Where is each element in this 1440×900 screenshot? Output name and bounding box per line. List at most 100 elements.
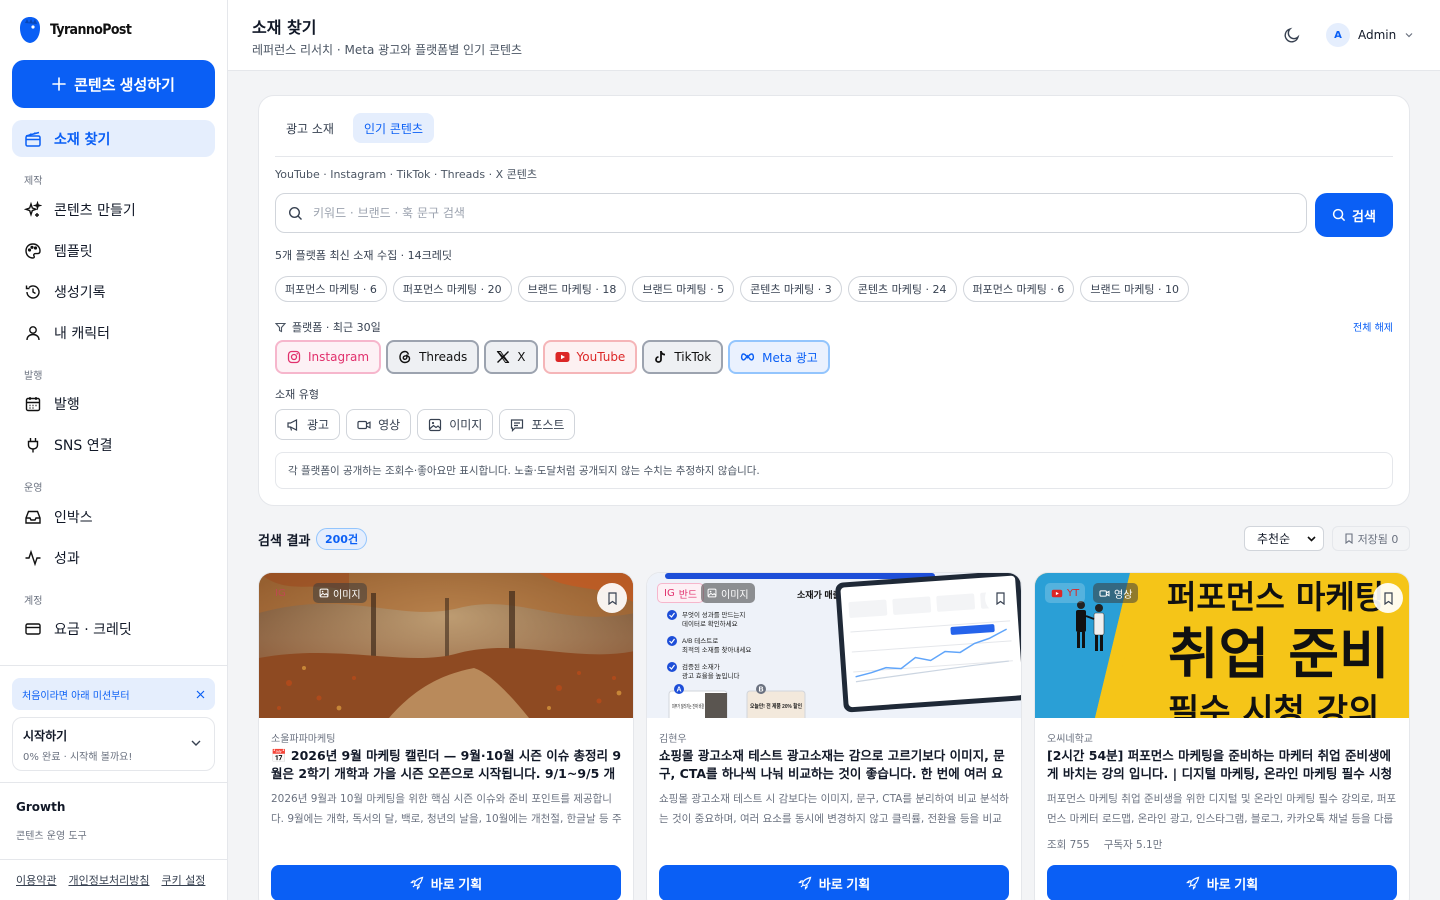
platform-filter-label: TikTok <box>674 350 712 364</box>
sidebar-item-history[interactable]: 생성기록 <box>12 273 215 310</box>
filter-icon <box>275 322 286 332</box>
terms-link[interactable]: 이용약관 <box>16 872 56 888</box>
dinosaur-logo-icon <box>20 17 40 43</box>
bookmark-button[interactable] <box>985 583 1015 613</box>
result-card[interactable]: IG 이미지 소울파파마케팅 📅 2026년 9월 마케팅 캘린더 — 9월·1… <box>258 572 634 900</box>
result-card[interactable]: 퍼포먼스 마케팅 취업 준비 필수 시청 강의 YT 영상 오씨네학교 [2시간… <box>1034 572 1410 900</box>
platform-filter-label: Meta 광고 <box>762 350 818 365</box>
platform-badge-text: IG <box>664 587 675 599</box>
sidebar-item-create-content[interactable]: 콘텐츠 만들기 <box>12 191 215 228</box>
card-thumbnail: 소재가 매출을 만듭니다 무엇이 성과를 만드는지 데이터로 확인하세요 A/B… <box>647 573 1021 718</box>
tab-popular-content[interactable]: 인기 콘텐츠 <box>352 113 434 143</box>
sidebar-item-performance[interactable]: 성과 <box>12 539 215 576</box>
image-icon <box>319 588 329 598</box>
rocket-icon <box>1185 876 1200 890</box>
platform-badge-text: IG <box>275 587 286 599</box>
keyword-chip[interactable]: 콘텐츠 마케팅 · 3 <box>740 276 842 302</box>
type-filter-video[interactable]: 영상 <box>346 409 412 440</box>
sidebar-item-inbox[interactable]: 인박스 <box>12 498 215 535</box>
saved-filter-button[interactable]: 저장됨 0 <box>1332 526 1410 551</box>
material-type-filters: 광고 영상 이미지 포스트 <box>275 409 576 440</box>
plug-icon <box>27 437 39 452</box>
platform-badge: YT <box>1045 583 1086 603</box>
search-button[interactable]: 검색 <box>1315 193 1393 237</box>
plan-now-button[interactable]: 바로 기획 <box>659 865 1009 900</box>
logo[interactable]: TyrannoPost <box>18 16 132 44</box>
sidebar-item-sns-connect[interactable]: SNS 연결 <box>12 426 215 463</box>
platform-filter-instagram[interactable]: Instagram <box>275 340 382 374</box>
sidebar-item-billing[interactable]: 요금 · 크레딧 <box>12 610 215 647</box>
clear-all-link[interactable]: 전체 해제 <box>1353 319 1393 334</box>
search-field[interactable] <box>275 193 1307 233</box>
keyword-chip[interactable]: 브랜드 마케팅 · 10 <box>1080 276 1190 302</box>
keyword-chip[interactable]: 퍼포먼스 마케팅 · 20 <box>392 276 512 302</box>
page-subtitle: 레퍼런스 리서치 · Meta 광고와 플랫폼별 인기 콘텐츠 <box>252 43 523 57</box>
subscriber-count: 구독자 5.1만 <box>1103 839 1163 851</box>
plan-now-label: 바로 기획 <box>430 876 483 892</box>
chevron-down-icon <box>1405 33 1413 38</box>
sidebar-item-label: 콘텐츠 만들기 <box>54 202 136 219</box>
plan-now-button[interactable]: 바로 기획 <box>1047 865 1397 900</box>
keyword-chip[interactable]: 브랜드 마케팅 · 5 <box>632 276 735 302</box>
sidebar-item-find-material[interactable]: 소재 찾기 <box>12 120 215 157</box>
footer-links: 이용약관 개인정보처리방침 쿠키 설정 <box>16 872 205 888</box>
sidebar-item-publish[interactable]: 발행 <box>12 385 215 422</box>
type-filter-post[interactable]: 포스트 <box>499 409 576 440</box>
sidebar-item-label: 내 캐릭터 <box>54 325 110 342</box>
user-menu[interactable]: A Admin <box>1326 23 1414 47</box>
result-card[interactable]: 소재가 매출을 만듭니다 무엇이 성과를 만드는지 데이터로 확인하세요 A/B… <box>646 572 1022 900</box>
platform-filter-meta-ads[interactable]: Meta 광고 <box>728 340 830 374</box>
plan-now-button[interactable]: 바로 기획 <box>271 865 621 900</box>
sort-select[interactable]: 추천순 <box>1244 526 1324 551</box>
type-badge: 이미지 <box>313 583 367 603</box>
cookie-settings-link[interactable]: 쿠키 설정 <box>161 872 205 888</box>
getting-started-card[interactable]: 시작하기 0% 완료 · 시작해 볼까요! <box>12 717 215 771</box>
sidebar-item-templates[interactable]: 템플릿 <box>12 232 215 269</box>
thumbnail-headline: 퍼포먼스 마케팅 <box>1167 578 1384 616</box>
history-icon <box>25 284 40 299</box>
platform-filter-label: X <box>517 350 526 364</box>
keyword-chip[interactable]: 브랜드 마케팅 · 18 <box>517 276 627 302</box>
search-icon <box>1332 208 1346 222</box>
platform-filter-youtube[interactable]: YouTube <box>542 340 638 374</box>
card-thumbnail: 퍼포먼스 마케팅 취업 준비 필수 시청 강의 YT 영상 <box>1035 573 1409 718</box>
collect-info: 5개 플랫폼 최신 소재 수집 · 14크레딧 <box>275 249 453 262</box>
infographic-text: A/B 테스트로 <box>682 637 718 645</box>
platform-filter-label: Threads <box>419 350 468 364</box>
activity-icon <box>25 549 41 566</box>
card-description: 퍼포먼스 마케팅 취업 준비생을 위한 디지털 및 온라인 마케팅 필수 강의로… <box>1047 793 1397 825</box>
moon-icon[interactable] <box>1283 26 1301 44</box>
search-input[interactable] <box>313 206 1306 220</box>
sidebar-item-label: 소재 찾기 <box>54 131 111 148</box>
results-count-badge: 200건 <box>316 528 368 550</box>
material-type-label: 소재 유형 <box>275 388 319 401</box>
bookmark-icon <box>607 591 617 605</box>
platform-filter-threads[interactable]: Threads <box>386 340 480 374</box>
create-content-button[interactable]: 콘텐츠 생성하기 <box>12 60 215 108</box>
sidebar-item-label: 생성기록 <box>54 284 106 301</box>
platform-filter-x[interactable]: X <box>484 340 538 374</box>
inbox-icon <box>25 510 41 524</box>
sidebar-item-my-character[interactable]: 내 캐릭터 <box>12 314 215 351</box>
card-stats: 조회 755 구독자 5.1만 <box>1047 837 1162 852</box>
meta-icon <box>741 353 755 361</box>
sidebar-item-label: 성과 <box>54 550 80 567</box>
tab-ad-material[interactable]: 광고 소재 <box>275 113 345 143</box>
keyword-chip[interactable]: 퍼포먼스 마케팅 · 6 <box>275 276 387 302</box>
bookmark-button[interactable] <box>597 583 627 613</box>
type-filter-image[interactable]: 이미지 <box>417 409 494 440</box>
close-icon[interactable] <box>196 690 205 699</box>
platform-filter-tiktok[interactable]: TikTok <box>642 340 724 374</box>
create-content-label: 콘텐츠 생성하기 <box>74 76 175 94</box>
card-title: 📅 2026년 9월 마케팅 캘린더 — 9월·10월 시즌 이슈 총정리 9월… <box>271 748 622 781</box>
keyword-chip[interactable]: 콘텐츠 마케팅 · 24 <box>847 276 957 302</box>
bookmark-icon <box>995 591 1005 605</box>
avatar: A <box>1326 23 1350 47</box>
keyword-chip[interactable]: 퍼포먼스 마케팅 · 6 <box>962 276 1075 302</box>
privacy-link[interactable]: 개인정보처리방침 <box>68 872 149 888</box>
video-icon <box>357 420 371 429</box>
sort-value: 추천순 <box>1257 532 1291 546</box>
bookmark-button[interactable] <box>1373 583 1403 613</box>
top-header: 소재 찾기 레퍼런스 리서치 · Meta 광고와 플랫폼별 인기 콘텐츠 A … <box>228 0 1440 71</box>
type-filter-ad[interactable]: 광고 <box>275 409 341 440</box>
